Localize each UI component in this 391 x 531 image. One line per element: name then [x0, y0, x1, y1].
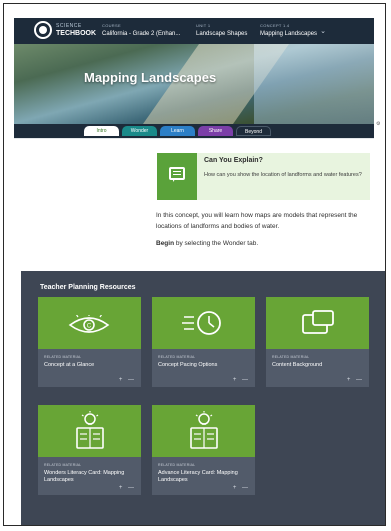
resource-card-concept-pacing-options[interactable]: Related Material Concept Pacing Options …: [152, 297, 255, 387]
settings-icon[interactable]: ⚙: [376, 121, 380, 127]
explain-icon-panel: [157, 153, 197, 200]
eye-icon: C: [68, 315, 110, 333]
page-title: Mapping Landscapes: [84, 70, 217, 85]
card-name: Wonders Literacy Card: Mapping Landscape…: [44, 470, 125, 483]
begin-rest: by selecting the Wonder tab.: [174, 240, 259, 247]
card-kind: Related Material: [44, 463, 82, 467]
logo-globe-icon: [34, 21, 52, 39]
resource-card-content-background[interactable]: Related Material Content Background + —: [266, 297, 369, 387]
card-controls[interactable]: + —: [119, 485, 136, 491]
speech-bubble-icon: [169, 167, 185, 182]
explain-question: How can you show the location of landfor…: [204, 172, 362, 178]
card-kind: Related Material: [44, 355, 82, 359]
card-controls[interactable]: + —: [233, 377, 250, 383]
card-kind: Related Material: [158, 355, 196, 359]
logo-line2: TECHBOOK: [56, 30, 97, 37]
resource-card-wonders-literacy[interactable]: Related Material Wonders Literacy Card: …: [38, 405, 141, 495]
breadcrumb-concept-key: Concept 1.4: [260, 23, 290, 28]
science-techbook-logo[interactable]: SCIENCE TECHBOOK: [34, 21, 96, 39]
concept-tabs: Intro Wonder Learn Share Beyond: [14, 124, 374, 138]
lightbulb-card-icon: [76, 411, 104, 449]
intro-text: In this concept, you will learn how maps…: [156, 212, 358, 230]
resource-card-advance-literacy[interactable]: Related Material Advance Literacy Card: …: [152, 405, 255, 495]
breadcrumb-course-value: California - Grade 2 (Enhan...: [102, 31, 181, 37]
hero-banner: Mapping Landscapes: [14, 44, 374, 124]
card-controls[interactable]: + —: [119, 377, 136, 383]
begin-instruction: Begin by selecting the Wonder tab.: [156, 240, 258, 247]
breadcrumb-course[interactable]: Course California - Grade 2 (Enhan...: [102, 22, 180, 38]
clock-icon: [182, 311, 221, 335]
teacher-planning-resources: Teacher Planning Resources C Related Mat…: [21, 271, 385, 525]
resources-title: Teacher Planning Resources: [40, 284, 136, 291]
breadcrumb-course-key: Course: [102, 23, 121, 28]
svg-text:C: C: [87, 324, 92, 330]
card-name: Concept Pacing Options: [158, 362, 218, 368]
card-kind: Related Material: [272, 355, 310, 359]
tab-wonder[interactable]: Wonder: [122, 126, 157, 136]
card-name: Content Background: [272, 362, 323, 368]
card-name: Advance Literacy Card: Mapping Landscape…: [158, 470, 238, 483]
tabs-divider: [14, 138, 374, 139]
tab-intro[interactable]: Intro: [84, 126, 119, 136]
top-header: SCIENCE TECHBOOK Course California - Gra…: [14, 18, 374, 44]
breadcrumb-unit-value: Landscape Shapes: [196, 31, 248, 37]
card-controls[interactable]: + —: [347, 377, 364, 383]
breadcrumb-concept-value: Mapping Landscapes: [260, 31, 318, 37]
explain-title: Can You Explain?: [204, 157, 263, 164]
lightbulb-card-icon: [190, 411, 218, 449]
logo-line1: SCIENCE: [56, 23, 82, 29]
resource-card-concept-at-a-glance[interactable]: C Related Material Concept at a Glance +…: [38, 297, 141, 387]
card-kind: Related Material: [158, 463, 196, 467]
breadcrumb-concept[interactable]: Concept 1.4 Mapping Landscapes: [260, 22, 317, 38]
tab-share[interactable]: Share: [198, 126, 233, 136]
page-frame: SCIENCE TECHBOOK Course California - Gra…: [3, 3, 386, 526]
chevron-down-icon[interactable]: ⌄: [320, 27, 326, 35]
tab-learn[interactable]: Learn: [160, 126, 195, 136]
begin-bold: Begin: [156, 240, 175, 247]
windows-icon: [302, 310, 334, 334]
tab-beyond[interactable]: Beyond: [236, 126, 271, 136]
breadcrumb-unit-key: Unit 1: [196, 23, 211, 28]
card-name: Concept at a Glance: [44, 362, 95, 368]
breadcrumb-unit[interactable]: Unit 1 Landscape Shapes: [196, 22, 247, 38]
card-controls[interactable]: + —: [233, 485, 250, 491]
